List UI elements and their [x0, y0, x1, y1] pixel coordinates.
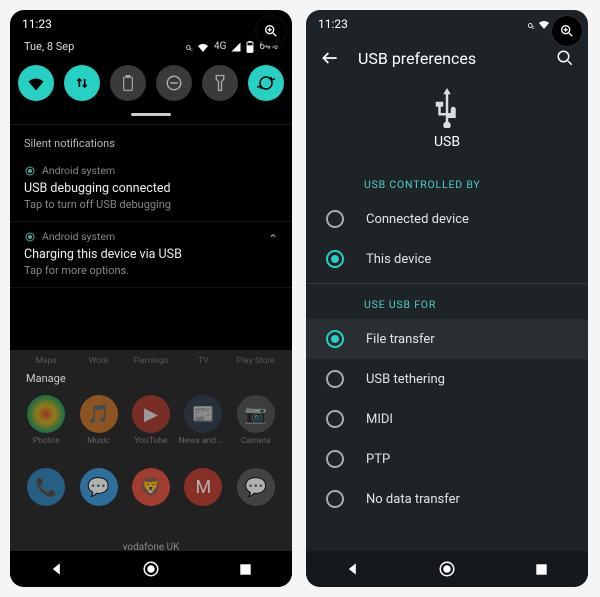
nav-home[interactable] [141, 559, 161, 579]
chevron-up-icon[interactable]: ⌃ [268, 232, 278, 246]
app-label: Camera [231, 436, 281, 446]
group-controlled-by: USB CONTROLLED BY [306, 168, 588, 199]
battery-saver-tile[interactable] [110, 65, 146, 101]
radio-label: Connected device [366, 212, 469, 227]
app-label: YouTube [126, 436, 176, 446]
android-icon [24, 231, 36, 243]
zoom-button[interactable] [552, 16, 582, 46]
radio-icon [326, 250, 344, 268]
usb-hero: USB [306, 78, 588, 168]
radio-icon [326, 210, 344, 228]
zoom-button[interactable] [256, 16, 286, 46]
nav-recents[interactable] [531, 559, 551, 579]
app-label: Music [74, 436, 124, 446]
app-dock-1[interactable]: 📞 [22, 468, 70, 506]
wifi-tile[interactable] [18, 65, 54, 101]
app-label: News and Sport [178, 436, 228, 446]
radio-icon [326, 330, 344, 348]
qs-tiles [10, 61, 292, 111]
status-time: 11:23 [22, 17, 52, 31]
battery-icon [246, 41, 254, 53]
radio-icon [326, 370, 344, 388]
radio-label: MIDI [366, 412, 393, 427]
notif-body: Tap for more options. [24, 264, 278, 277]
app-label: TV [178, 356, 228, 366]
app-label: Play Store [231, 356, 281, 366]
radio-usb-tethering[interactable]: USB tethering [306, 359, 588, 399]
group-use-usb-for: USE USB FOR [306, 288, 588, 319]
back-button[interactable] [320, 48, 340, 68]
radio-icon [326, 450, 344, 468]
manage-label[interactable]: Manage [20, 370, 282, 389]
signal-text: 4G [214, 41, 226, 52]
radio-label: PTP [366, 452, 390, 467]
qs-date: Tue, 8 Sep [24, 40, 74, 53]
app-dock-3[interactable]: 🦁 [127, 468, 175, 506]
flashlight-tile[interactable] [202, 65, 238, 101]
radio-midi[interactable]: MIDI [306, 399, 588, 439]
qs-handle[interactable] [131, 113, 171, 116]
android-icon [24, 165, 36, 177]
app-dock-2[interactable]: 💬 [75, 468, 123, 506]
radio-no-data-transfer[interactable]: No data transfer [306, 479, 588, 519]
app-label: Maps [21, 356, 71, 366]
nav-home[interactable] [437, 559, 457, 579]
app-dock-4[interactable]: M [179, 468, 227, 506]
nav-back[interactable] [47, 559, 67, 579]
app-label: Photos [21, 436, 71, 446]
app-label: Work [74, 356, 124, 366]
radio-label: File transfer [366, 332, 435, 347]
radio-label: This device [366, 252, 431, 267]
status-bar: 11:23 o꜀ [306, 10, 588, 38]
notif-title: USB debugging connected [24, 181, 278, 196]
radio-icon [326, 490, 344, 508]
search-button[interactable] [556, 49, 574, 67]
status-time: 11:23 [318, 17, 348, 31]
notif-app-name: Android system [42, 164, 115, 177]
wifi-icon [538, 19, 550, 29]
radio-icon [326, 410, 344, 428]
notif-body: Tap to turn off USB debugging [24, 198, 278, 211]
phone-usb-prefs: 11:23 o꜀ USB preferences USB USB CONTROL… [306, 10, 588, 587]
nav-back[interactable] [343, 559, 363, 579]
nav-bar [10, 551, 292, 587]
radio-label: No data transfer [366, 492, 460, 507]
app-news[interactable]: 📰News and Sport [179, 395, 227, 446]
app-bar: USB preferences [306, 38, 588, 78]
cell-icon [231, 42, 241, 52]
radio-this-device[interactable]: This device [306, 239, 588, 279]
notif-title: Charging this device via USB [24, 247, 278, 262]
notification-usb-charging[interactable]: Android system ⌃ Charging this device vi… [10, 222, 292, 288]
radio-ptp[interactable]: PTP [306, 439, 588, 479]
nav-recents[interactable] [235, 559, 255, 579]
app-music[interactable]: 🎵Music [75, 395, 123, 446]
radio-label: USB tethering [366, 372, 445, 387]
usb-icon [432, 88, 462, 128]
app-camera[interactable]: 📷Camera [232, 395, 280, 446]
radio-connected-device[interactable]: Connected device [306, 199, 588, 239]
phone-notifications: 11:23 Tue, 8 Sep o꜀ 4G 64% [10, 10, 292, 587]
app-youtube[interactable]: ▶YouTube [127, 395, 175, 446]
radio-file-transfer[interactable]: File transfer [306, 319, 588, 359]
app-photos[interactable]: Photos [22, 395, 70, 446]
usb-label: USB [306, 134, 588, 150]
dnd-tile[interactable] [156, 65, 192, 101]
rotation-tile[interactable] [248, 65, 284, 101]
wifi-icon [197, 42, 209, 52]
app-dock-5[interactable]: 💬 [232, 468, 280, 506]
data-tile[interactable] [64, 65, 100, 101]
nav-bar [306, 551, 588, 587]
notif-app-name: Android system [42, 230, 115, 243]
app-label: Flamingo [126, 356, 176, 366]
page-title: USB preferences [358, 49, 538, 68]
qs-header: Tue, 8 Sep o꜀ 4G 64% [10, 38, 292, 61]
status-bar: 11:23 [10, 10, 292, 38]
notification-usb-debugging[interactable]: Android system USB debugging connected T… [10, 156, 292, 222]
ov-icon: o꜀ [186, 40, 192, 53]
ov-icon: o꜀ [528, 18, 534, 31]
silent-label: Silent notifications [10, 131, 292, 156]
home-background: Maps Work Flamingo TV Play Store Manage … [10, 350, 292, 551]
